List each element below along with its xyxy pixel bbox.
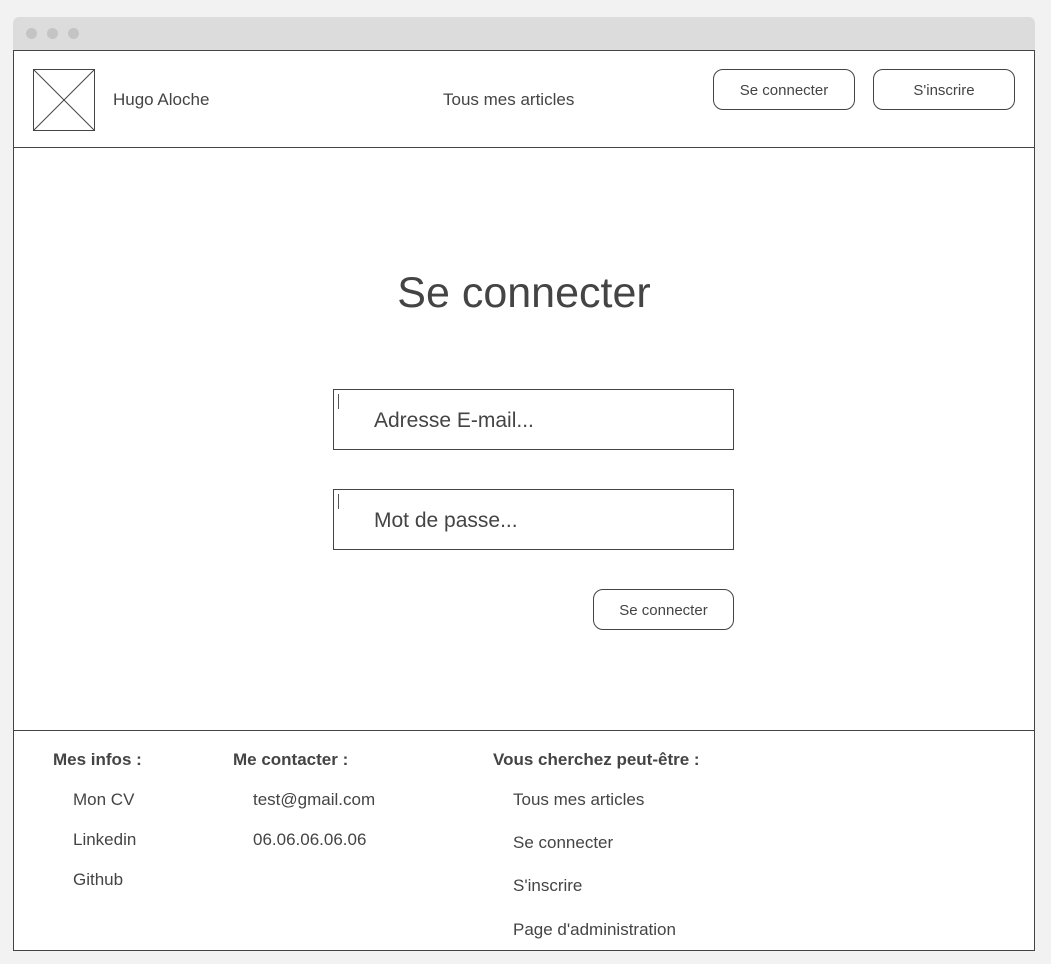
password-placeholder: Mot de passe... [374, 509, 518, 532]
footer-link-articles[interactable]: Tous mes articles [513, 790, 644, 810]
footer-contact-email[interactable]: test@gmail.com [253, 790, 375, 810]
window-close-dot[interactable] [26, 28, 37, 39]
footer-link-login[interactable]: Se connecter [513, 833, 613, 853]
logo-placeholder-icon[interactable] [33, 69, 95, 131]
footer-link-github[interactable]: Github [73, 870, 123, 890]
header-login-button[interactable]: Se connecter [713, 69, 855, 110]
page-title: Se connecter [397, 269, 651, 317]
browser-window: Hugo Aloche Tous mes articles Se connect… [13, 17, 1035, 951]
text-caret [338, 394, 339, 409]
footer-contact-title: Me contacter : [233, 750, 349, 769]
login-submit-button[interactable]: Se connecter [593, 589, 734, 630]
email-field[interactable]: Adresse E-mail... [333, 389, 734, 450]
footer-infos-title: Mes infos : [53, 750, 142, 769]
site-footer: Mes infos : Mon CV Linkedin Github Me co… [14, 730, 1034, 951]
footer-suggestions-title: Vous cherchez peut-être : [493, 750, 700, 769]
window-maximize-dot[interactable] [68, 28, 79, 39]
nav-link-articles[interactable]: Tous mes articles [443, 90, 574, 110]
window-minimize-dot[interactable] [47, 28, 58, 39]
site-name[interactable]: Hugo Aloche [113, 90, 209, 110]
footer-link-linkedin[interactable]: Linkedin [73, 830, 136, 850]
header-signup-button[interactable]: S'inscrire [873, 69, 1015, 110]
window-titlebar [13, 17, 1035, 51]
password-field[interactable]: Mot de passe... [333, 489, 734, 550]
text-caret [338, 494, 339, 509]
footer-link-admin[interactable]: Page d'administration [513, 920, 676, 940]
footer-contact-phone[interactable]: 06.06.06.06.06 [253, 830, 366, 850]
email-placeholder: Adresse E-mail... [374, 409, 534, 432]
footer-link-signup[interactable]: S'inscrire [513, 876, 582, 896]
site-header: Hugo Aloche Tous mes articles Se connect… [14, 51, 1034, 148]
footer-link-cv[interactable]: Mon CV [73, 790, 134, 810]
page-content: Hugo Aloche Tous mes articles Se connect… [13, 51, 1035, 951]
